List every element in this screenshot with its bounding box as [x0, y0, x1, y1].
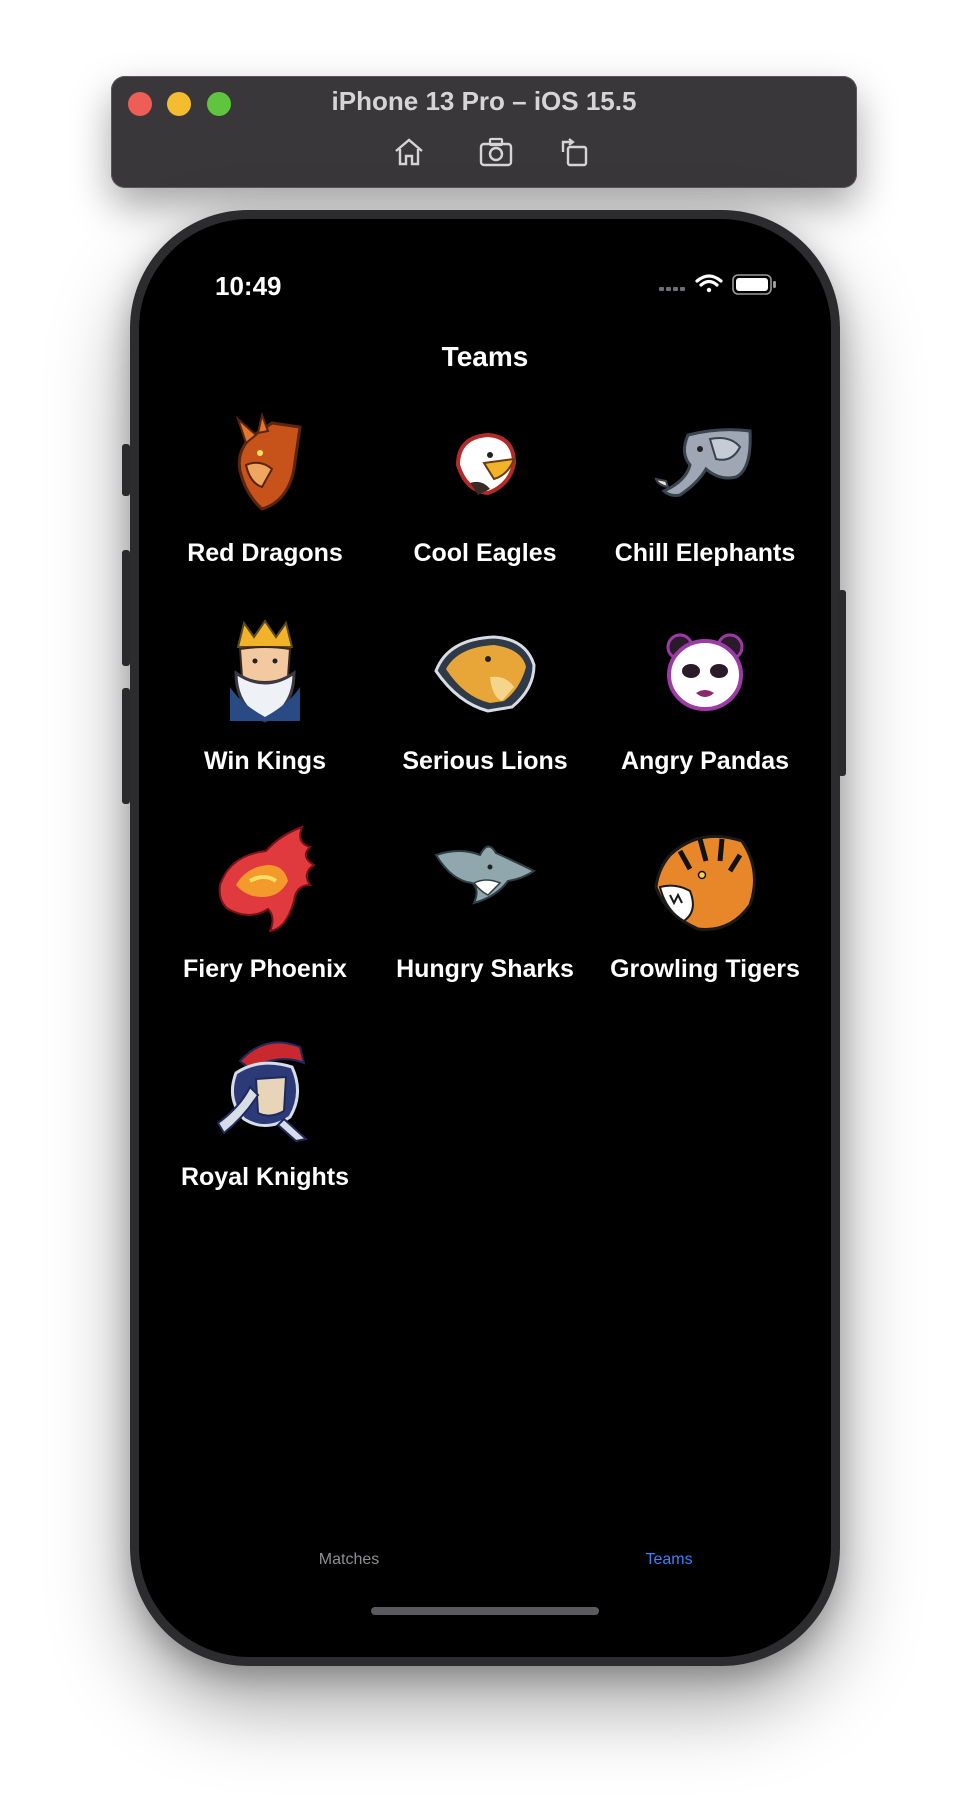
home-indicator[interactable]	[371, 1607, 599, 1615]
phone-screen: 10:49 Teams Red Dragons Cool Eagles Chil…	[139, 219, 831, 1657]
volume-up-button	[122, 550, 130, 666]
team-cell-chill-elephants[interactable]: Chill Elephants	[594, 409, 816, 599]
panda-logo-icon	[650, 617, 760, 727]
lion-logo-icon	[430, 617, 540, 727]
team-name: Growling Tigers	[610, 955, 800, 983]
screenshot-button[interactable]	[479, 136, 513, 168]
home-icon	[395, 138, 423, 166]
team-cell-royal-knights[interactable]: Royal Knights	[154, 1033, 376, 1223]
team-name: Red Dragons	[187, 539, 343, 567]
rotate-icon	[561, 138, 588, 167]
page-title: Teams	[441, 341, 529, 372]
team-name: Chill Elephants	[614, 539, 796, 567]
wifi-icon	[695, 274, 723, 293]
phoenix-logo-icon	[210, 825, 320, 935]
tab-matches[interactable]: Matches	[284, 1551, 414, 1569]
cellular-signal-icon	[659, 287, 685, 291]
simulator-window-title: iPhone 13 Pro – iOS 15.5	[331, 86, 637, 116]
mute-switch	[122, 444, 130, 496]
team-name: Fiery Phoenix	[183, 955, 347, 983]
team-name: Angry Pandas	[620, 747, 790, 775]
home-button[interactable]	[392, 136, 426, 168]
elephant-logo-icon	[650, 409, 760, 519]
team-name: Hungry Sharks	[396, 955, 574, 983]
power-button	[838, 590, 846, 776]
status-indicators	[659, 271, 789, 299]
team-name: Royal Knights	[180, 1163, 350, 1191]
status-time: 10:49	[215, 271, 282, 301]
team-cell-red-dragons[interactable]: Red Dragons	[154, 409, 376, 599]
king-logo-icon	[210, 617, 320, 727]
shark-logo-icon	[430, 825, 540, 935]
team-cell-growling-tigers[interactable]: Growling Tigers	[594, 825, 816, 1015]
team-cell-cool-eagles[interactable]: Cool Eagles	[374, 409, 596, 599]
rotate-button[interactable]	[558, 136, 592, 168]
tab-teams[interactable]: Teams	[604, 1551, 734, 1569]
volume-down-button	[122, 688, 130, 804]
team-cell-serious-lions[interactable]: Serious Lions	[374, 617, 596, 807]
team-cell-hungry-sharks[interactable]: Hungry Sharks	[374, 825, 596, 1015]
team-name: Serious Lions	[402, 747, 568, 775]
team-cell-win-kings[interactable]: Win Kings	[154, 617, 376, 807]
team-name: Win Kings	[204, 747, 326, 775]
team-cell-angry-pandas[interactable]: Angry Pandas	[594, 617, 816, 807]
battery-icon	[732, 274, 776, 295]
team-name: Cool Eagles	[413, 539, 557, 567]
screenshot-icon	[479, 137, 513, 167]
eagle-logo-icon	[430, 409, 540, 519]
dragon-logo-icon	[210, 409, 320, 519]
tiger-logo-icon	[650, 825, 760, 935]
team-cell-fiery-phoenix[interactable]: Fiery Phoenix	[154, 825, 376, 1015]
knight-logo-icon	[210, 1033, 320, 1143]
